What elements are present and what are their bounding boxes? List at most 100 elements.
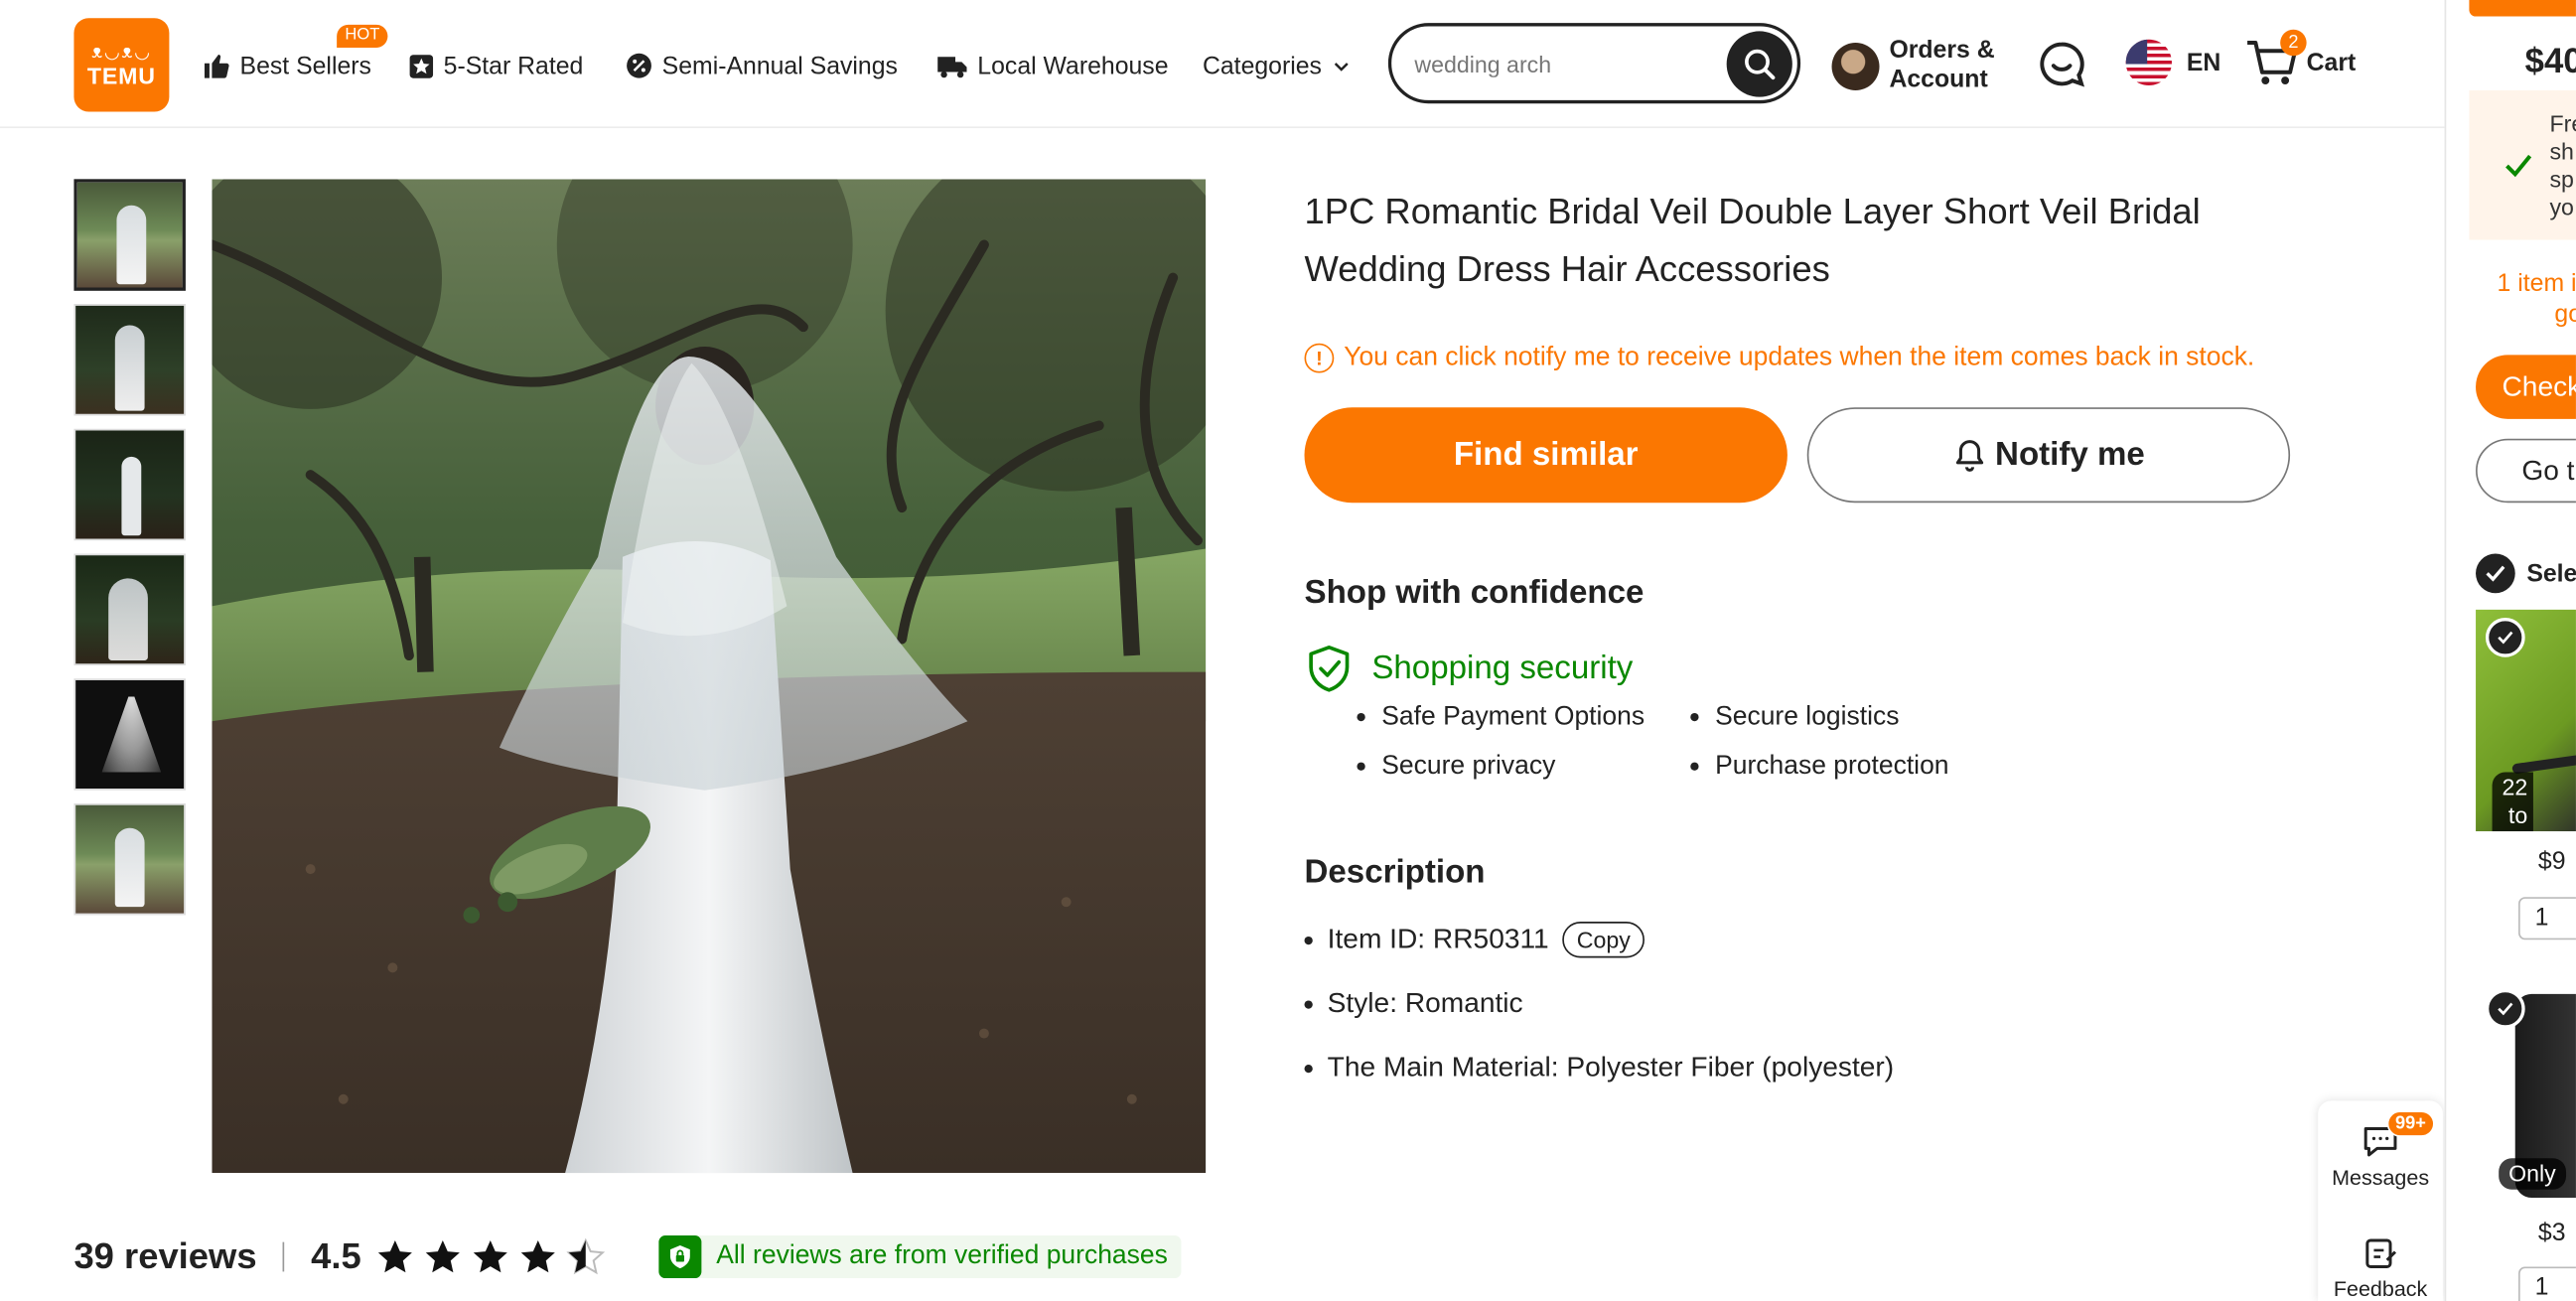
review-score: 4.5 (311, 1235, 361, 1277)
floating-toolbar: Messages 99+ Feedback (2318, 1100, 2443, 1301)
divider (283, 1241, 285, 1272)
support-chat-icon[interactable] (2037, 40, 2086, 97)
star-rating (374, 1237, 613, 1277)
shopping-security[interactable]: Shopping security (1306, 644, 1633, 693)
checkout-button[interactable]: Check (2476, 355, 2576, 419)
star-icon (520, 1239, 555, 1273)
thumbnail-3[interactable] (73, 428, 186, 541)
thumbnail-5[interactable] (73, 678, 186, 791)
security-item: Secure privacy (1357, 749, 1690, 784)
account-line-1: Orders & (1889, 36, 1995, 65)
search-button[interactable] (1726, 31, 1792, 97)
truck-icon (937, 57, 967, 78)
star-icon (473, 1239, 507, 1273)
select-all-checkbox[interactable] (2476, 553, 2515, 594)
notify-me-label: Notify me (1995, 436, 2145, 473)
thumbnail-4[interactable] (73, 553, 186, 665)
messages-label: Messages (2332, 1164, 2430, 1190)
avatar (1831, 42, 1880, 90)
cart-item-2-price: $3 (2537, 1219, 2566, 1247)
shipping-line: yo (2549, 194, 2574, 220)
main-product-image[interactable] (212, 179, 1207, 1174)
feedback-button[interactable]: Feedback (2318, 1235, 2443, 1301)
chevron-down-icon (1334, 62, 1348, 71)
half-star-icon (566, 1237, 605, 1275)
nav-categories[interactable]: Categories (1203, 48, 1358, 83)
search-bar (1387, 23, 1801, 104)
tag-line: 22 (2502, 774, 2528, 800)
nav-local-warehouse-label: Local Warehouse (977, 52, 1169, 80)
checkmark-icon (2505, 154, 2532, 178)
nav-five-star[interactable]: 5-Star Rated (407, 48, 583, 83)
material-value: The Main Material: Polyester Fiber (poly… (1327, 1051, 1895, 1084)
item-id-row: Item ID: RR50311 Copy (1305, 920, 1895, 959)
cart-count-badge: 2 (2280, 29, 2307, 57)
shield-check-icon (1309, 645, 1350, 692)
material-row: The Main Material: Polyester Fiber (poly… (1305, 1048, 1895, 1087)
temu-logo[interactable]: ᴥ◡ᴥ◡ TEMU (73, 18, 170, 112)
search-icon (1745, 49, 1776, 80)
cart-item-1-quantity[interactable]: 1 (2518, 897, 2576, 940)
nav-categories-label: Categories (1202, 52, 1322, 80)
cart-item-1-checkbox[interactable] (2485, 618, 2525, 657)
verified-text: All reviews are from verified purchases (716, 1241, 1168, 1270)
nav-semi-annual-savings[interactable]: Semi-Annual Savings (625, 48, 898, 83)
cart-item-2-checkbox[interactable] (2485, 988, 2525, 1029)
orders-account[interactable]: Orders & Account (1831, 36, 1995, 95)
thumbnail-1[interactable] (73, 179, 186, 291)
logo-mark: ᴥ◡ᴥ◡ (91, 42, 152, 63)
nav-best-sellers-label: Best Sellers (239, 52, 371, 80)
free-shipping-text: Fre sh sp yo (2549, 110, 2575, 221)
reviews-summary: 39 reviews 4.5 (73, 1232, 612, 1282)
product-title: 1PC Romantic Bridal Veil Double Layer Sh… (1304, 190, 2201, 290)
sidebar-top-strip (2469, 0, 2576, 17)
select-all[interactable]: Sele (2476, 553, 2576, 594)
nav-semi-annual-savings-label: Semi-Annual Savings (661, 52, 898, 80)
language-label: EN (2186, 48, 2221, 76)
feedback-icon (2365, 1238, 2397, 1268)
description-list: Item ID: RR50311 Copy Style: Romantic Th… (1305, 920, 1895, 1112)
find-similar-label: Find similar (1453, 436, 1639, 473)
review-count[interactable]: 39 reviews (73, 1235, 256, 1278)
go-to-cart-button[interactable]: Go t (2476, 438, 2576, 504)
items-notice-line: go (2554, 300, 2576, 329)
messages-badge: 99+ (2386, 1110, 2435, 1137)
shopping-security-label: Shopping security (1371, 650, 1634, 686)
nav-local-warehouse[interactable]: Local Warehouse (936, 48, 1169, 83)
thumbs-up-icon (204, 55, 229, 78)
star-badge-icon (409, 54, 434, 77)
shipping-line: Fre (2549, 109, 2575, 137)
logo-text: TEMU (86, 62, 156, 88)
thumbnail-2[interactable] (73, 304, 186, 416)
thumbnail-list (73, 179, 186, 928)
verified-purchases-badge: All reviews are from verified purchases (658, 1235, 1182, 1279)
info-icon: ! (1304, 343, 1335, 373)
security-item: Purchase protection (1690, 749, 2019, 784)
language-selector[interactable]: EN (2125, 39, 2221, 86)
stock-notice-text: You can click notify me to receive updat… (1344, 343, 2255, 371)
copy-button[interactable]: Copy (1561, 922, 1646, 958)
star-icon (425, 1239, 460, 1273)
us-flag-icon (2125, 39, 2172, 86)
tag-line: to (2507, 801, 2528, 828)
feedback-label: Feedback (2333, 1276, 2428, 1301)
security-item: Secure logistics (1690, 700, 2019, 735)
items-notice-line: 1 item i (2497, 269, 2576, 298)
sidebar-total-price: $40 (2524, 43, 2576, 81)
items-notice: 1 item i go (2498, 268, 2576, 331)
cart-label: Cart (2306, 48, 2357, 76)
top-header: ᴥ◡ᴥ◡ TEMU Best Sellers HOT 5-Star Rated … (0, 0, 2445, 129)
cart-item-2-tag: Only (2499, 1158, 2566, 1190)
cart-item-1-price: $9 (2537, 847, 2566, 876)
page: ᴥ◡ᴥ◡ TEMU Best Sellers HOT 5-Star Rated … (0, 0, 2576, 1301)
find-similar-button[interactable]: Find similar (1304, 407, 1788, 504)
search-input[interactable] (1414, 44, 1727, 84)
thumbnail-6[interactable] (73, 802, 186, 916)
notify-me-button[interactable]: Notify me (1806, 407, 2291, 504)
stock-notice: ! You can click notify me to receive upd… (1304, 343, 2255, 373)
cart-button[interactable]: 2 Cart (2244, 29, 2357, 88)
hot-badge: HOT (337, 24, 388, 48)
star-icon (377, 1239, 412, 1273)
nav-best-sellers[interactable]: Best Sellers (202, 48, 371, 83)
cart-item-2-quantity[interactable]: 1 (2518, 1266, 2576, 1301)
